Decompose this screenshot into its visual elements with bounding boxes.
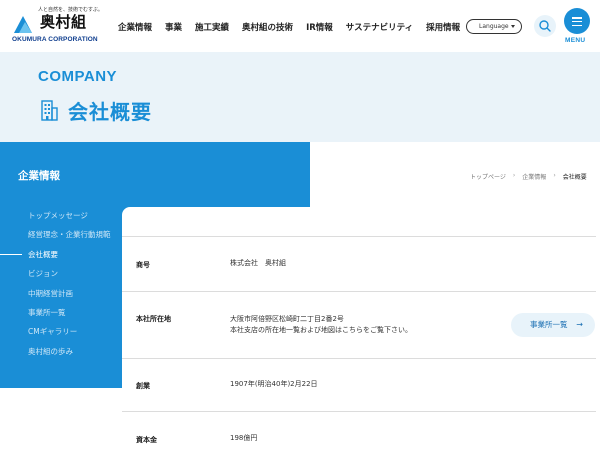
table-divider	[122, 291, 596, 292]
search-button[interactable]	[534, 15, 556, 37]
table-divider	[122, 236, 596, 237]
sidebar-item-history[interactable]: 奥村組の歩み	[0, 342, 122, 361]
nav-item-business[interactable]: 事業	[165, 21, 182, 35]
chevron-down-icon	[511, 25, 515, 28]
sidebar-item-top-message[interactable]: トップメッセージ	[0, 206, 122, 225]
row-label-head-office: 本社所在地	[136, 315, 171, 323]
table-divider	[122, 358, 596, 359]
language-label: Language	[479, 23, 509, 30]
search-icon	[539, 20, 551, 32]
row-label-founded: 創業	[136, 382, 150, 390]
breadcrumb-current: 会社概要	[562, 174, 587, 181]
page-title: 会社概要	[68, 100, 152, 124]
arrow-right-icon: →	[576, 320, 583, 329]
breadcrumb-separator-icon: ›	[512, 172, 516, 179]
breadcrumb-separator-icon: ›	[553, 172, 556, 179]
office-list-button-label: 事業所一覧	[530, 320, 568, 329]
sidebar-title[interactable]: 企業情報	[18, 168, 60, 183]
logo-name-en: OKUMURA CORPORATION	[12, 36, 98, 43]
logo-mark-icon	[14, 16, 32, 33]
company-logo[interactable]: 人と自然を、技術でむすぶ。 奥村組 OKUMURA CORPORATION	[12, 6, 104, 46]
sidebar-item-philosophy[interactable]: 経営理念・企業行動規範	[0, 225, 122, 244]
language-select[interactable]: Language	[466, 19, 522, 34]
sidebar-item-offices[interactable]: 事業所一覧	[0, 303, 122, 322]
breadcrumb-home[interactable]: トップページ	[470, 172, 506, 181]
hamburger-icon	[572, 17, 582, 28]
nav-item-company[interactable]: 企業情報	[118, 21, 152, 35]
menu-label[interactable]: MENU	[565, 37, 585, 44]
menu-button[interactable]	[564, 8, 590, 34]
building-icon	[41, 100, 58, 121]
row-value-capital: 198億円	[230, 434, 258, 442]
row-value-founded: 1907年(明治40年)2月22日	[230, 380, 318, 388]
sidebar-item-cm-gallery[interactable]: CMギャラリー	[0, 322, 122, 341]
page-hero: COMPANY 会社概要	[0, 52, 600, 142]
nav-item-works[interactable]: 施工実績	[195, 21, 229, 35]
row-value-head-office-address: 大阪市阿倍野区松崎町二丁目2番2号	[230, 315, 344, 323]
sidebar-item-company-profile[interactable]: 会社概要	[0, 245, 122, 264]
sidebar-item-vision[interactable]: ビジョン	[0, 264, 122, 283]
hero-label-en: COMPANY	[38, 68, 118, 85]
logo-name-jp: 奥村組	[40, 13, 87, 31]
row-label-capital: 資本金	[136, 436, 157, 444]
row-value-head-office-note: 本社支店の所在地一覧および地図はこちらをご覧下さい。	[230, 326, 412, 334]
breadcrumb-company[interactable]: 企業情報	[522, 172, 546, 181]
row-label-trade-name: 商号	[136, 261, 150, 269]
site-header: 人と自然を、技術でむすぶ。 奥村組 OKUMURA CORPORATION 企業…	[0, 0, 600, 52]
sidebar-item-midterm-plan[interactable]: 中期経営計画	[0, 284, 122, 303]
row-value-trade-name: 株式会社 奥村組	[230, 259, 286, 267]
table-divider	[122, 411, 596, 412]
nav-item-technology[interactable]: 奥村組の技術	[242, 21, 293, 35]
sidebar-menu: トップメッセージ 経営理念・企業行動規範 会社概要 ビジョン 中期経営計画 事業…	[0, 206, 122, 361]
nav-item-ir[interactable]: IR情報	[306, 21, 333, 35]
global-nav: 企業情報 事業 施工実績 奥村組の技術 IR情報 サステナビリティ 採用情報	[118, 21, 473, 35]
breadcrumb: トップページ › 企業情報 › 会社概要	[470, 172, 587, 181]
nav-item-recruit[interactable]: 採用情報	[426, 21, 460, 35]
office-list-button[interactable]: 事業所一覧 →	[511, 313, 595, 337]
nav-item-sustainability[interactable]: サステナビリティ	[346, 21, 413, 35]
